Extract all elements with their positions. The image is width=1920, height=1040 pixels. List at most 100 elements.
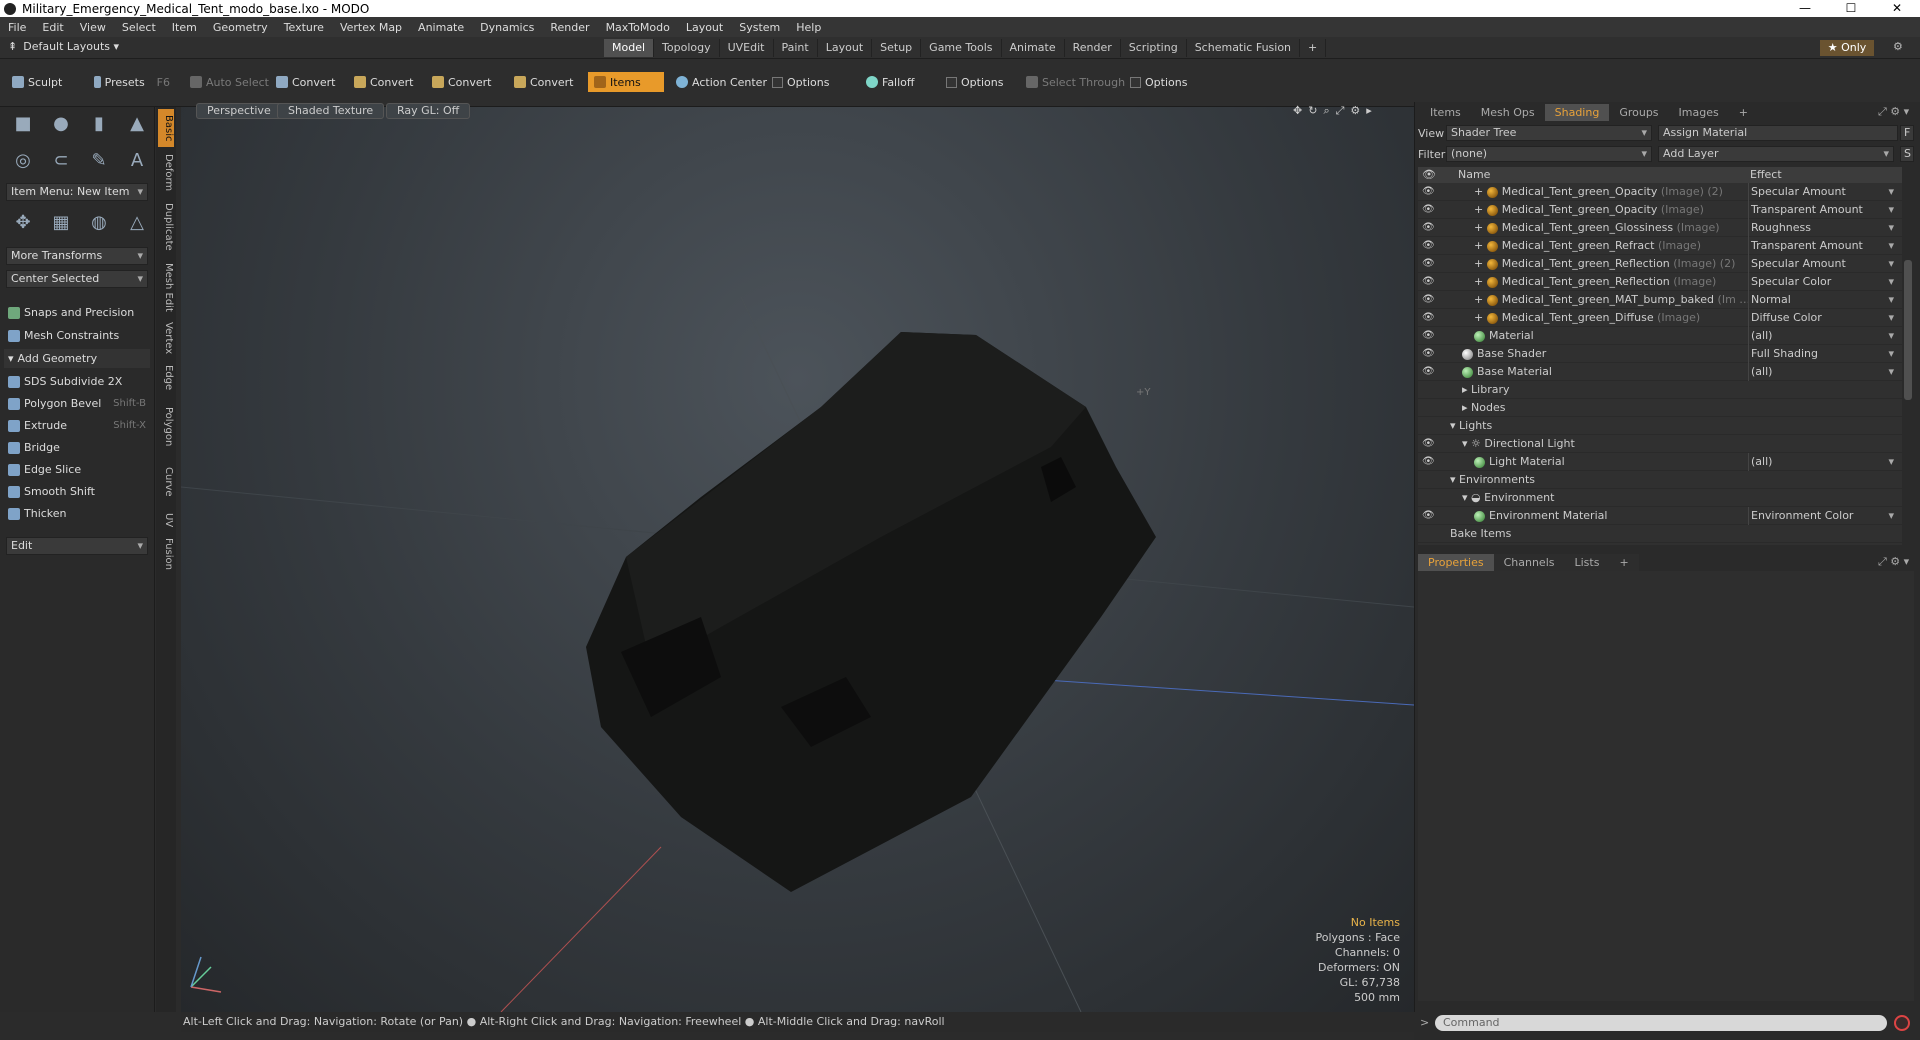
item-menu-dropdown[interactable]: Item Menu: New Item	[6, 183, 148, 201]
edit-dropdown[interactable]: Edit	[6, 537, 148, 555]
convert-edges-button[interactable]: Convert	[348, 72, 420, 92]
dropdown-arrow-icon[interactable]: ▾	[1888, 507, 1894, 525]
text-icon[interactable]: A	[122, 145, 152, 175]
rtab-shading[interactable]: Shading	[1544, 104, 1610, 121]
rotate-view-icon[interactable]: ↻	[1308, 104, 1317, 118]
visibility-eye-icon[interactable]: 👁	[1422, 309, 1435, 327]
menu-edit[interactable]: Edit	[34, 21, 71, 34]
convert-vertices-button[interactable]: Convert	[270, 72, 342, 92]
menu-render[interactable]: Render	[542, 21, 597, 34]
layer-effect[interactable]: Full Shading ▾	[1748, 345, 1898, 363]
menu-view[interactable]: View	[72, 21, 114, 34]
tab-scripting[interactable]: Scripting	[1121, 39, 1187, 57]
layer-effect[interactable]: Roughness ▾	[1748, 219, 1898, 237]
visibility-eye-icon[interactable]: 👁	[1422, 219, 1435, 237]
f-button[interactable]: F	[1900, 125, 1914, 141]
globe-icon[interactable]: ◍	[84, 207, 114, 237]
cone-icon[interactable]: ▲	[122, 108, 152, 138]
tool-bridge[interactable]: Bridge	[4, 438, 150, 457]
menu-file[interactable]: File	[0, 21, 34, 34]
tab-uvedit[interactable]: UVEdit	[720, 39, 774, 57]
only-toggle-button[interactable]: ★ Only	[1820, 40, 1874, 56]
ray-gl-button[interactable]: Ray GL: Off	[386, 103, 471, 119]
rtab-items[interactable]: Items	[1420, 104, 1471, 121]
s-button[interactable]: S	[1900, 146, 1914, 162]
record-macro-icon[interactable]	[1894, 1015, 1910, 1031]
perspective-button[interactable]: Perspective	[196, 103, 282, 119]
shader-tree-row[interactable]: ▾ Lights	[1418, 417, 1902, 435]
expand-toggle-icon[interactable]: +	[1474, 185, 1487, 198]
ptab-properties[interactable]: Properties	[1418, 554, 1494, 571]
minimize-button[interactable]: —	[1782, 0, 1828, 17]
vtab-polygon[interactable]: Polygon	[158, 399, 174, 455]
visibility-eye-icon[interactable]: 👁	[1422, 327, 1435, 345]
ptab-channels[interactable]: Channels	[1494, 554, 1565, 571]
layer-effect[interactable]: Specular Amount ▾	[1748, 255, 1898, 273]
vtab-curve[interactable]: Curve	[158, 457, 174, 507]
menu-help[interactable]: Help	[788, 21, 829, 34]
menu-geometry[interactable]: Geometry	[205, 21, 276, 34]
properties-expand-icon[interactable]: ⤢ ⚙ ▾	[1878, 555, 1909, 569]
dropdown-arrow-icon[interactable]: ▾	[1888, 219, 1894, 237]
shader-tree-row[interactable]: 👁 Light Material (all) ▾	[1418, 453, 1902, 471]
sculpt-button[interactable]: Sculpt	[6, 72, 68, 92]
more-transforms-dropdown[interactable]: More Transforms	[6, 247, 148, 265]
panel-expand-icon[interactable]: ⤢ ⚙ ▾	[1878, 105, 1909, 119]
layer-effect[interactable]: Specular Color ▾	[1748, 273, 1898, 291]
vtab-basic[interactable]: Basic	[158, 109, 174, 147]
tool-thicken[interactable]: Thicken	[4, 504, 150, 523]
rtab-add[interactable]: +	[1729, 104, 1758, 121]
visibility-eye-icon[interactable]: 👁	[1422, 255, 1435, 273]
expand-toggle-icon[interactable]: +	[1474, 275, 1487, 288]
rtab-groups[interactable]: Groups	[1609, 104, 1668, 121]
layout-arrow-icon[interactable]: ⇞	[8, 40, 17, 53]
gear-icon[interactable]: ⚙	[1893, 40, 1903, 53]
shader-tree-row[interactable]: 👁 + Medical_Tent_green_Reflection (Image)…	[1418, 255, 1902, 273]
visibility-eye-icon[interactable]: 👁	[1422, 291, 1435, 309]
tab-layout[interactable]: Layout	[818, 39, 873, 57]
center-selected-dropdown[interactable]: Center Selected	[6, 270, 148, 288]
layer-effect[interactable]: (all) ▾	[1748, 453, 1898, 471]
tool-edge-slice[interactable]: Edge Slice	[4, 460, 150, 479]
visibility-eye-icon[interactable]: 👁	[1422, 273, 1435, 291]
expand-toggle-icon[interactable]: ▾	[1450, 419, 1459, 432]
layer-effect[interactable]: Environment Color ▾	[1748, 507, 1898, 525]
shader-tree-row[interactable]: 👁 Environment Material Environment Color ▾	[1418, 507, 1902, 525]
shader-tree-row[interactable]: ▾ Environments	[1418, 471, 1902, 489]
dropdown-arrow-icon[interactable]: ▾	[1888, 327, 1894, 345]
assign-material-button[interactable]: Assign Material	[1658, 125, 1898, 141]
visibility-eye-icon[interactable]: 👁	[1422, 237, 1435, 255]
shader-tree-row[interactable]: 👁 ▾ ☼ Directional Light	[1418, 435, 1902, 453]
filter-dropdown[interactable]: (none)	[1446, 146, 1652, 162]
layer-effect[interactable]: (all) ▾	[1748, 327, 1898, 345]
grid-icon[interactable]: ▦	[46, 207, 76, 237]
name-column-header[interactable]: Name	[1458, 167, 1490, 183]
fit-view-icon[interactable]: ⤢	[1336, 104, 1345, 118]
dropdown-arrow-icon[interactable]: ▾	[1888, 345, 1894, 363]
visibility-eye-icon[interactable]: 👁	[1422, 453, 1435, 471]
shaded-texture-button[interactable]: Shaded Texture	[277, 103, 385, 119]
menu-texture[interactable]: Texture	[276, 21, 332, 34]
falloff-options[interactable]: Options	[940, 72, 1009, 92]
action-center-button[interactable]: Action Center	[670, 72, 773, 92]
select-through-button[interactable]: Select Through	[1020, 72, 1131, 92]
effect-column-header[interactable]: Effect	[1750, 167, 1782, 183]
default-layouts-dropdown[interactable]: Default Layouts ▾	[23, 40, 119, 53]
convert-polygons-button[interactable]: Convert	[426, 72, 498, 92]
viewport-settings-icon[interactable]: ⚙	[1350, 104, 1360, 118]
move-view-icon[interactable]: ✥	[1293, 104, 1302, 118]
convert-materials-button[interactable]: Convert	[508, 72, 580, 92]
tab-render[interactable]: Render	[1065, 39, 1121, 57]
tab-model[interactable]: Model	[604, 39, 655, 57]
vtab-uv[interactable]: UV	[158, 509, 174, 531]
expand-toggle-icon[interactable]: +	[1474, 293, 1487, 306]
shader-tree-row[interactable]: 👁 + Medical_Tent_green_Diffuse (Image) Dif…	[1418, 309, 1902, 327]
menu-animate[interactable]: Animate	[410, 21, 472, 34]
menu-system[interactable]: System	[731, 21, 788, 34]
vtab-fusion[interactable]: Fusion	[158, 534, 174, 574]
tab-paint[interactable]: Paint	[774, 39, 818, 57]
shader-tree-row[interactable]: 👁 + Medical_Tent_green_Refract (Image) Tra…	[1418, 237, 1902, 255]
menu-item[interactable]: Item	[164, 21, 205, 34]
dropdown-arrow-icon[interactable]: ▾	[1888, 237, 1894, 255]
dropdown-arrow-icon[interactable]: ▾	[1888, 309, 1894, 327]
